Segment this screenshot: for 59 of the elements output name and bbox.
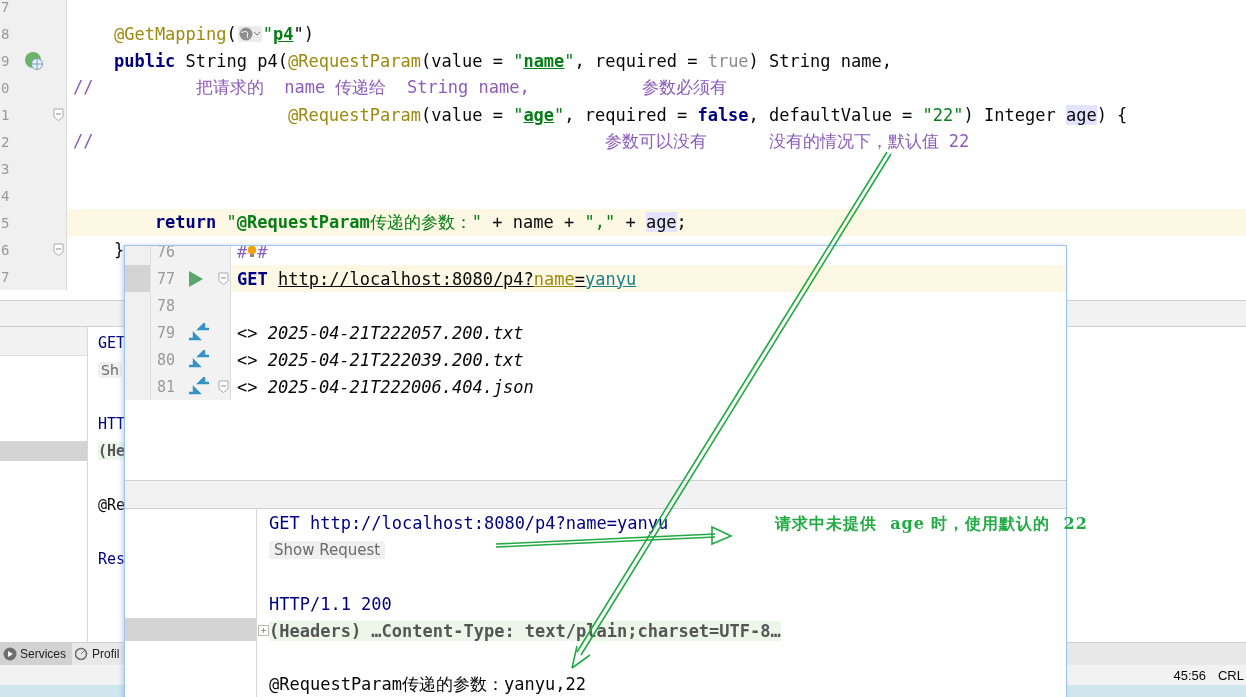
code-text: "p4") [262, 23, 314, 44]
code-text: # [237, 246, 248, 262]
response-status: HTT [98, 414, 126, 433]
code-text: <> 2025-04-21T222057.200.txt [237, 322, 524, 343]
fold-marker-icon[interactable] [218, 272, 230, 285]
globe-leaf-icon[interactable] [23, 50, 44, 71]
code-text: // 参数可以没有 没有的情况下，默认值 22 [73, 130, 970, 153]
line-number: 5 [0, 214, 11, 231]
fold-marker-icon[interactable] [218, 380, 230, 393]
line-number: 1 [0, 106, 11, 123]
play-circle-icon [3, 647, 17, 661]
lightbulb-icon[interactable] [247, 246, 258, 258]
show-request-button[interactable]: Show Request [269, 540, 386, 559]
code-text: } [112, 239, 125, 260]
line-number: 7 [0, 0, 11, 15]
response-body: @Re [98, 495, 126, 514]
line-number: 8 [0, 25, 11, 42]
annotation-text: 请求中未提供 age 时，使用默认的 22 [775, 514, 1088, 535]
line-number: 7 [0, 268, 11, 285]
expand-icon[interactable] [258, 625, 269, 636]
code-text: GET http://localhost:8080/p4?name=yanyu [237, 268, 637, 289]
fold-marker-icon[interactable] [53, 108, 65, 121]
line-number: 6 [0, 241, 11, 258]
line-number: 4 [0, 187, 11, 204]
response-text: Res [98, 549, 126, 568]
show-request-button[interactable]: Sh [98, 361, 122, 378]
response-status: HTTP/1.1 200 [269, 593, 392, 614]
compare-arrows-icon[interactable] [188, 322, 211, 343]
code-text: <> 2025-04-21T222006.404.json [237, 376, 534, 397]
line-number: 78 [156, 296, 177, 315]
tool-window-tab[interactable]: Services [0, 643, 72, 665]
globe-icon[interactable] [237, 25, 262, 42]
code-text: // 把请求的 name 传递给 String name, 参数必须有 [73, 76, 728, 99]
compare-arrows-icon[interactable] [188, 349, 211, 370]
code-text: public String p4(@RequestParam(value = "name", required = true) String name, [112, 50, 892, 71]
line-number: 3 [0, 160, 11, 177]
line-number: 77 [156, 269, 177, 288]
gauge-icon [75, 647, 89, 661]
headers-text[interactable]: (He [98, 441, 126, 460]
response-body: @RequestParam传递的参数：yanyu,22 [269, 673, 586, 696]
code-text: @RequestParam(value = "age", required = false, defaultValue = "22") Integer age) { [286, 104, 1128, 125]
line-number: 2 [0, 133, 11, 150]
line-number: 79 [156, 323, 177, 342]
line-number: 80 [156, 350, 177, 369]
line-number: 9 [0, 52, 11, 69]
line-number: 76 [156, 246, 177, 261]
code-text: return "@RequestParam传递的参数：" + name + "," + age; [153, 211, 687, 234]
line-number: 81 [156, 377, 177, 396]
code-text: # [257, 246, 268, 262]
caret-position[interactable]: 45:56 [1173, 667, 1206, 683]
compare-arrows-icon[interactable] [188, 376, 211, 397]
line-number: 0 [0, 79, 11, 96]
run-icon[interactable] [188, 269, 205, 288]
code-text: <> 2025-04-21T222039.200.txt [237, 349, 524, 370]
fold-marker-icon[interactable] [53, 243, 65, 256]
tool-window-tab[interactable]: Profil [72, 643, 120, 665]
code-text: @GetMapping( [112, 23, 237, 44]
response-text: GET [98, 333, 126, 352]
line-separator[interactable]: CRL [1218, 667, 1244, 683]
